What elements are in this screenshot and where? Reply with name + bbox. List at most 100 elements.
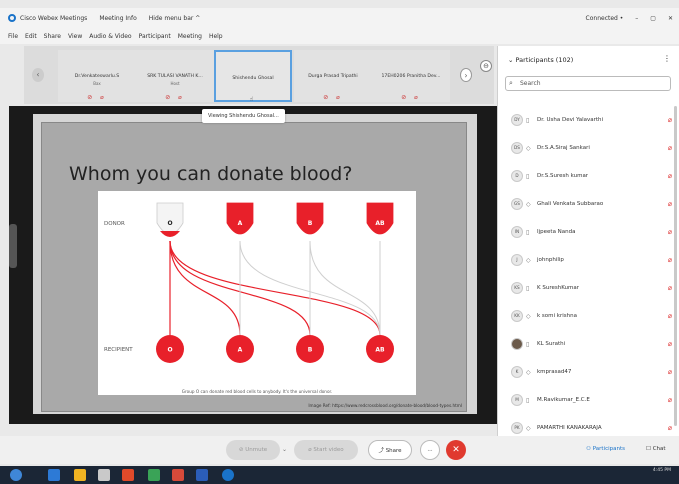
recipient-type-label: AB — [375, 347, 385, 354]
slide-title: Whom you can donate blood? — [69, 163, 353, 185]
participant-search-input[interactable]: ⌕ Search — [505, 76, 671, 91]
word-icon[interactable] — [196, 469, 208, 481]
muted-mic-icon[interactable]: ⌀ — [668, 396, 672, 404]
participant-row[interactable]: IN ▯ Ijpeeta Nanda ⌀ — [498, 218, 679, 246]
strip-tile[interactable]: SRK TULASI VANATH K... Host ⊘ ⌀ — [136, 50, 214, 102]
participant-row[interactable]: KK ◇ k somi krishna ⌀ — [498, 302, 679, 330]
muted-mic-icon[interactable]: ⌀ — [668, 368, 672, 376]
app-title: Cisco Webex Meetings — [20, 14, 88, 22]
menu-meeting[interactable]: Meeting — [178, 33, 202, 40]
chevron-down-icon[interactable]: ⌄ — [508, 56, 513, 64]
start-button-icon[interactable] — [10, 469, 22, 481]
participant-name: K SureshKumar — [537, 285, 580, 291]
recipient-type-label: O — [167, 347, 172, 354]
device-icon: ▯ — [526, 340, 530, 348]
muted-mic-icon[interactable]: ⌀ — [668, 116, 672, 124]
webex-window: Cisco Webex Meetings Meeting Info Hide m… — [0, 0, 679, 484]
strip-next-button[interactable]: › — [460, 68, 472, 82]
participant-row[interactable]: D ▯ Dr.S.Suresh kumar ⌀ — [498, 162, 679, 190]
muted-mic-icon[interactable]: ⌀ — [668, 312, 672, 320]
tile-name: Durga Prasad Tripathi — [308, 74, 358, 79]
menu-share[interactable]: Share — [44, 33, 61, 40]
participant-name: Ijpeeta Nanda — [537, 229, 576, 235]
recipient-type-label: B — [308, 347, 313, 354]
avatar: KS — [511, 282, 523, 294]
muted-mic-icon[interactable]: ⌀ — [668, 172, 672, 180]
participant-row[interactable]: K ◇ kmprasad47 ⌀ — [498, 358, 679, 386]
connection-status[interactable]: Connected • — [586, 15, 624, 22]
participant-name: KL Surathi — [537, 341, 566, 347]
media-icon[interactable] — [122, 469, 134, 481]
tile-role: Host — [170, 81, 180, 86]
side-handle[interactable] — [9, 224, 17, 268]
avatar: IN — [511, 226, 523, 238]
donor-bag-B — [296, 202, 324, 235]
avatar: PK — [511, 422, 523, 434]
share-button[interactable]: ⤴ Share — [368, 440, 412, 460]
muted-mic-icon[interactable]: ⌀ — [668, 256, 672, 264]
menu-bar: File Edit Share View Audio & Video Parti… — [0, 28, 679, 44]
muted-mic-icon[interactable]: ⌀ — [668, 144, 672, 152]
recipient-type-label: A — [238, 347, 243, 354]
avatar: K — [511, 366, 523, 378]
menu-help[interactable]: Help — [209, 33, 223, 40]
more-button[interactable]: ··· — [420, 440, 440, 460]
layout-toggle-icon[interactable]: ⊖ — [480, 60, 492, 72]
participant-row[interactable]: ▯ KL Surathi ⌀ — [498, 330, 679, 358]
strip-tile-active-speaker[interactable]: Shishendu Ghosal ☝ — [214, 50, 292, 103]
unmute-button[interactable]: ⊘ Unmute — [226, 440, 280, 460]
menu-edit[interactable]: Edit — [25, 33, 37, 40]
meeting-controls: ⊘ Unmute ⌄ ⌀ Start video ⤴ Share ··· ✕ ⚇… — [0, 436, 679, 464]
browser-icon[interactable] — [48, 469, 60, 481]
muted-mic-icon[interactable]: ⌀ — [668, 424, 672, 432]
muted-mic-icon[interactable]: ⌀ — [668, 284, 672, 292]
participant-row[interactable]: DY ▯ Dr. Usha Devi Yalavarthi ⌀ — [498, 106, 679, 134]
muted-mic-icon[interactable]: ⌀ — [668, 200, 672, 208]
explorer-icon[interactable] — [98, 469, 110, 481]
donor-type-label: O — [167, 220, 172, 227]
tile-name: SRK TULASI VANATH K... — [147, 74, 203, 79]
participant-row[interactable]: DS ◇ Dr.S.A.Siraj Sankari ⌀ — [498, 134, 679, 162]
hide-menu-bar-button[interactable]: Hide menu bar ^ — [149, 15, 201, 22]
menu-view[interactable]: View — [68, 33, 82, 40]
device-icon: ▯ — [526, 228, 530, 236]
folder-icon[interactable] — [74, 469, 86, 481]
strip-prev-button[interactable]: ‹ — [32, 68, 44, 82]
chat-button[interactable]: ☐ Chat — [646, 446, 666, 452]
meeting-info-button[interactable]: Meeting Info — [99, 15, 136, 22]
menu-file[interactable]: File — [8, 33, 18, 40]
participant-row[interactable]: KS ▯ K SureshKumar ⌀ — [498, 274, 679, 302]
participant-name: M.Ravikumar_E.C.E — [537, 397, 590, 403]
strip-tile[interactable]: Dr.Venkateswarlu.S Bax ⊘ ⌀ — [58, 50, 136, 102]
viewing-label: Viewing Shishendu Ghosal... — [202, 109, 285, 123]
participants-toggle-button[interactable]: ⚇ Participants — [586, 446, 625, 452]
end-meeting-button[interactable]: ✕ — [446, 440, 466, 460]
strip-tile[interactable]: Durga Prasad Tripathi ⊘ ⌀ — [294, 50, 372, 102]
webex-taskbar-icon[interactable] — [222, 469, 234, 481]
powerpoint-icon[interactable] — [172, 469, 184, 481]
muted-mic-icon[interactable]: ⌀ — [668, 228, 672, 236]
recipient-label: RECIPIENT — [104, 347, 133, 353]
participant-name: Dr.S.Suresh kumar — [537, 173, 589, 179]
menu-participant[interactable]: Participant — [139, 33, 171, 40]
participant-row[interactable]: GS ◇ Ghali Venkata Subbarao ⌀ — [498, 190, 679, 218]
donation-link — [309, 240, 381, 336]
participant-row[interactable]: M ▯ M.Ravikumar_E.C.E ⌀ — [498, 386, 679, 414]
start-video-label: Start video — [313, 447, 344, 453]
donor-bag-O — [156, 202, 184, 235]
start-video-button[interactable]: ⌀ Start video — [294, 440, 358, 460]
participant-row[interactable]: J ◇ johnphilip ⌀ — [498, 246, 679, 274]
slide: Whom you can donate blood? DONOR RECIPIEN… — [41, 122, 467, 412]
avatar: DY — [511, 114, 523, 126]
panel-scrollbar[interactable] — [674, 106, 677, 426]
restore-button[interactable]: ▢ — [650, 15, 656, 22]
menu-audio-video[interactable]: Audio & Video — [89, 33, 131, 40]
more-options-icon[interactable]: ⋮ — [663, 54, 671, 63]
donor-type-label: AB — [375, 220, 385, 227]
muted-mic-icon[interactable]: ⌀ — [668, 340, 672, 348]
chrome-icon[interactable] — [148, 469, 160, 481]
close-button[interactable]: ✕ — [668, 15, 673, 22]
strip-tile[interactable]: 17EH0206 Pranitha Dev... ⊘ ⌀ — [372, 50, 450, 102]
audio-options-chevron-icon[interactable]: ⌄ — [282, 446, 287, 453]
minimize-button[interactable]: – — [635, 15, 638, 22]
